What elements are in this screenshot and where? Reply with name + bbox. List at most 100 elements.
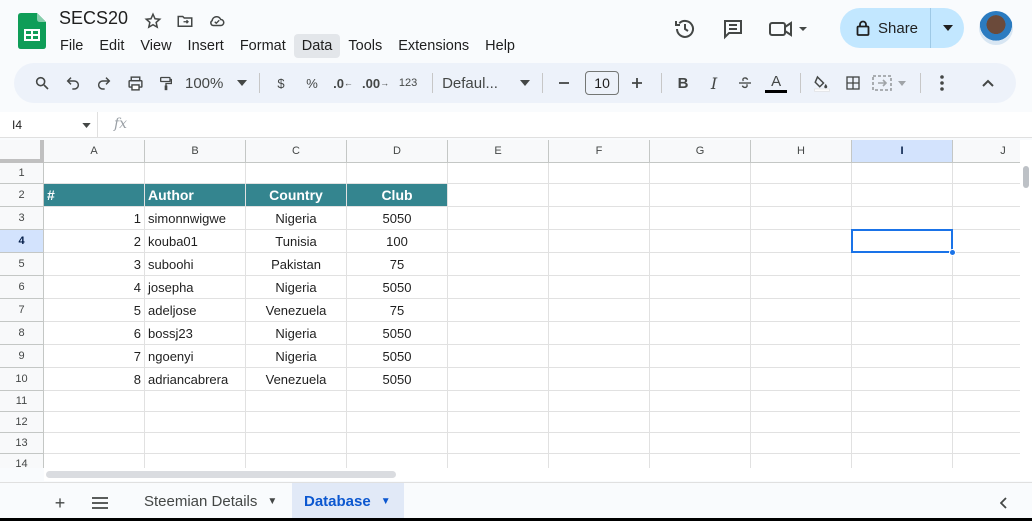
cell-h7[interactable] [751,299,852,322]
cell-e7[interactable] [448,299,549,322]
cell-e8[interactable] [448,322,549,345]
row-header-7[interactable]: 7 [0,299,44,322]
cell-c5[interactable]: Pakistan [246,253,347,276]
increase-font-size-icon[interactable] [623,69,651,97]
cell-d10[interactable]: 5050 [347,368,448,391]
italic-button[interactable]: I [700,69,728,97]
cell-b6[interactable]: josepha [145,276,246,299]
caret-down-icon[interactable]: ▼ [381,496,391,507]
cell-g2[interactable] [650,184,751,207]
cell-i1[interactable] [852,163,953,184]
cell-c8[interactable]: Nigeria [246,322,347,345]
cell-b12[interactable] [145,412,246,433]
all-sheets-icon[interactable] [88,491,112,515]
cell-a6[interactable]: 4 [44,276,145,299]
cell-h12[interactable] [751,412,852,433]
share-dropdown-icon[interactable] [931,8,964,48]
cell-j2[interactable] [953,184,1020,207]
cell-i10[interactable] [852,368,953,391]
column-header-i[interactable]: I [852,140,953,163]
cell-h5[interactable] [751,253,852,276]
cell-i12[interactable] [852,412,953,433]
cell-b4[interactable]: kouba01 [145,230,246,253]
cell-a8[interactable]: 6 [44,322,145,345]
column-header-d[interactable]: D [347,140,448,163]
cell-b3[interactable]: simonnwigwe [145,207,246,230]
document-title[interactable]: SECS20 [59,8,128,29]
currency-format-button[interactable]: $ [267,69,295,97]
menu-format[interactable]: Format [232,34,294,58]
borders-icon[interactable] [839,69,867,97]
cell-g8[interactable] [650,322,751,345]
scroll-tabs-left-icon[interactable] [992,491,1016,515]
cell-a1[interactable] [44,163,145,184]
star-icon[interactable] [142,10,164,32]
cell-c13[interactable] [246,433,347,454]
cell-c9[interactable]: Nigeria [246,345,347,368]
cell-a11[interactable] [44,391,145,412]
cell-f7[interactable] [549,299,650,322]
column-header-f[interactable]: F [549,140,650,163]
cell-e1[interactable] [448,163,549,184]
cell-j1[interactable] [953,163,1020,184]
cell-b10[interactable]: adriancabrera [145,368,246,391]
cell-h14[interactable] [751,454,852,468]
version-history-icon[interactable] [668,12,702,46]
cell-d12[interactable] [347,412,448,433]
cell-j5[interactable] [953,253,1020,276]
column-header-b[interactable]: B [145,140,246,163]
cell-f9[interactable] [549,345,650,368]
cell-d2[interactable]: Club [347,184,448,207]
cell-j12[interactable] [953,412,1020,433]
cell-j8[interactable] [953,322,1020,345]
cell-b1[interactable] [145,163,246,184]
cell-d9[interactable]: 5050 [347,345,448,368]
cell-a9[interactable]: 7 [44,345,145,368]
font-size-input[interactable]: 10 [585,71,620,95]
row-header-5[interactable]: 5 [0,253,44,276]
cell-e3[interactable] [448,207,549,230]
cell-a12[interactable] [44,412,145,433]
sheet-tab-database[interactable]: Database ▼ [292,483,404,519]
cell-f6[interactable] [549,276,650,299]
cell-j9[interactable] [953,345,1020,368]
cell-i11[interactable] [852,391,953,412]
cell-i5[interactable] [852,253,953,276]
cell-d3[interactable]: 5050 [347,207,448,230]
cell-e13[interactable] [448,433,549,454]
cell-f14[interactable] [549,454,650,468]
cell-f5[interactable] [549,253,650,276]
cell-g14[interactable] [650,454,751,468]
cell-j6[interactable] [953,276,1020,299]
row-header-4[interactable]: 4 [0,230,44,253]
cell-d7[interactable]: 75 [347,299,448,322]
menu-edit[interactable]: Edit [91,34,132,58]
cell-g10[interactable] [650,368,751,391]
cell-c14[interactable] [246,454,347,468]
horizontal-scrollbar[interactable] [44,468,1032,481]
cell-f8[interactable] [549,322,650,345]
fill-handle[interactable] [949,249,956,256]
cell-a7[interactable]: 5 [44,299,145,322]
cell-e14[interactable] [448,454,549,468]
cell-c4[interactable]: Tunisia [246,230,347,253]
sheet-tab-steemian-details[interactable]: Steemian Details ▼ [132,483,289,519]
cell-i8[interactable] [852,322,953,345]
cell-j11[interactable] [953,391,1020,412]
paint-format-icon[interactable] [152,69,180,97]
cell-d14[interactable] [347,454,448,468]
bold-button[interactable]: B [669,69,697,97]
row-header-12[interactable]: 12 [0,412,44,433]
cell-g12[interactable] [650,412,751,433]
cell-i9[interactable] [852,345,953,368]
cell-i6[interactable] [852,276,953,299]
menu-view[interactable]: View [132,34,179,58]
collapse-toolbar-icon[interactable] [974,69,1002,97]
cell-h2[interactable] [751,184,852,207]
cell-a4[interactable]: 2 [44,230,145,253]
cell-j7[interactable] [953,299,1020,322]
cell-a5[interactable]: 3 [44,253,145,276]
column-header-h[interactable]: H [751,140,852,163]
cell-g6[interactable] [650,276,751,299]
row-header-2[interactable]: 2 [0,184,44,207]
